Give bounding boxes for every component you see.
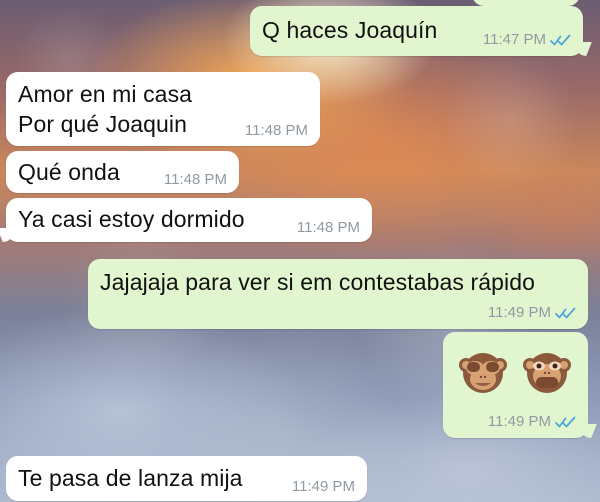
message-text: Amor en mi casa Por qué Joaquin — [18, 81, 193, 137]
message-meta: 11:48 PM — [245, 123, 308, 139]
message-time: 11:49 PM — [291, 478, 355, 495]
message-meta: 11:48 PM — [164, 172, 227, 188]
message-bubble-incoming[interactable]: Amor en mi casa Por qué Joaquin 11:48 PM — [6, 72, 320, 146]
double-check-icon — [550, 34, 571, 46]
message-bubble-incoming[interactable]: Ya casi estoy dormido 11:48 PM — [0, 198, 372, 242]
message-bubble-incoming[interactable]: Qué onda 11:48 PM — [6, 151, 239, 193]
message-bubble-incoming[interactable]: Te pasa de lanza mija 11:49 PM — [6, 456, 367, 501]
message-text: Ya casi estoy dormido — [18, 206, 245, 232]
message-time: 11:48 PM — [296, 219, 360, 236]
message-time: 11:48 PM — [244, 122, 308, 139]
message-bubble-outgoing[interactable]: 11:49 PM — [443, 332, 597, 438]
message-bubble-outgoing[interactable]: Jajajaja para ver si em contestabas rápi… — [88, 259, 588, 329]
see-no-evil-monkey-emoji — [459, 353, 507, 393]
message-time: 11:48 PM — [163, 171, 227, 188]
double-check-icon — [555, 307, 576, 319]
message-meta: 11:48 PM — [297, 220, 360, 236]
message-time: 11:47 PM — [482, 31, 546, 48]
message-time: 11:49 PM — [487, 413, 551, 430]
message-meta: 11:47 PM — [483, 32, 571, 48]
message-meta: 11:49 PM — [488, 305, 576, 321]
double-check-icon — [555, 416, 576, 428]
message-bubble-outgoing[interactable]: Q haces Joaquín 11:47 PM — [250, 6, 592, 56]
message-meta: 11:49 PM — [488, 414, 576, 430]
message-text: Jajajaja para ver si em contestabas rápi… — [100, 269, 536, 295]
message-text: Te pasa de lanza mija — [18, 465, 243, 491]
message-meta: 11:49 PM — [292, 479, 355, 495]
message-text: Q haces Joaquín — [262, 17, 438, 43]
message-time: 11:49 PM — [487, 304, 551, 321]
message-text: Qué onda — [18, 159, 120, 185]
bubble-tail — [0, 228, 17, 242]
speak-no-evil-monkey-emoji — [523, 353, 571, 393]
